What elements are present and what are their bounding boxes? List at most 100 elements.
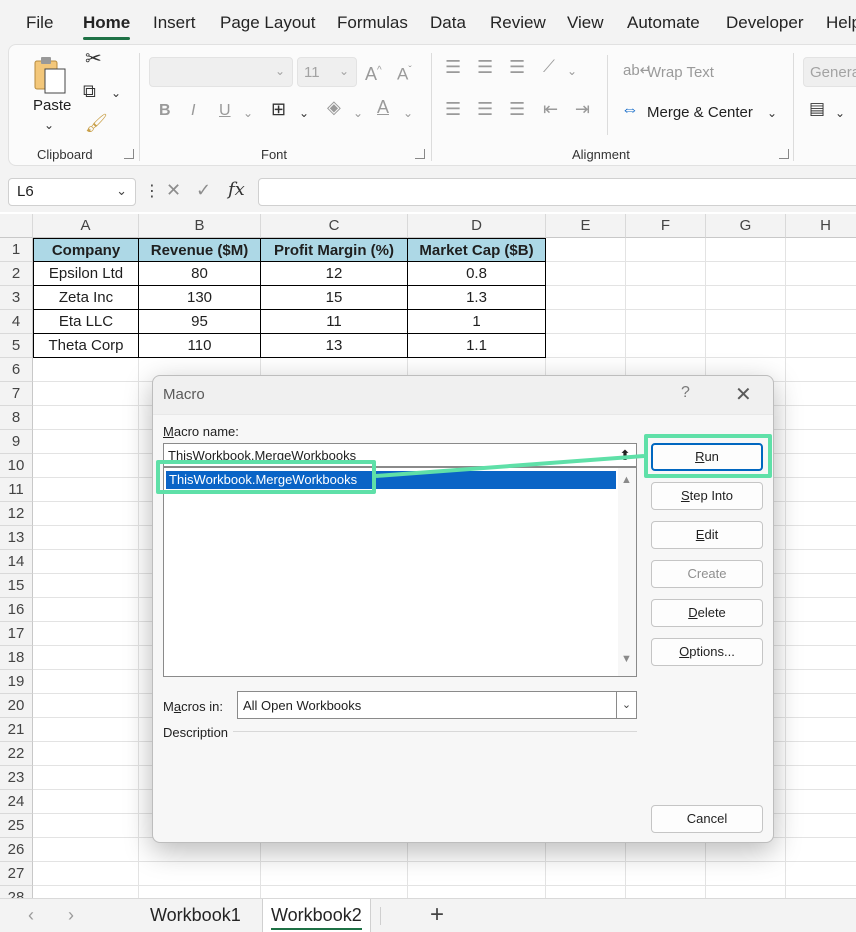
bold-icon[interactable]: B	[159, 103, 171, 119]
format-painter-icon[interactable]: 🖌	[85, 114, 108, 132]
sheet-tab-workbook2[interactable]: Workbook2	[262, 899, 371, 932]
row-header[interactable]: 16	[0, 598, 33, 622]
table-cell[interactable]: 0.8	[408, 262, 546, 286]
row-header[interactable]: 28	[0, 886, 33, 898]
alignment-launcher-icon[interactable]	[779, 149, 789, 159]
tab-help[interactable]: Help	[826, 13, 856, 33]
chevron-down-icon[interactable]: ⌄	[616, 692, 636, 718]
table-cell[interactable]: 1.3	[408, 286, 546, 310]
table-header-cell[interactable]: Revenue ($M)	[139, 238, 261, 262]
row-header[interactable]: 25	[0, 814, 33, 838]
copy-icon[interactable]: ⧉	[83, 82, 96, 100]
borders-icon[interactable]: ⊞	[271, 100, 286, 118]
row-header[interactable]: 12	[0, 502, 33, 526]
align-center-icon[interactable]: ☰	[477, 100, 493, 118]
more-options-icon[interactable]: ⋮	[144, 181, 160, 201]
table-cell[interactable]: 15	[261, 286, 408, 310]
tab-automate[interactable]: Automate	[627, 13, 700, 33]
cancel-entry-icon[interactable]: ✕	[166, 180, 181, 201]
col-header-h[interactable]: H	[786, 214, 856, 238]
accounting-dropdown-icon[interactable]: ⌄	[835, 105, 845, 121]
table-cell[interactable]: 11	[261, 310, 408, 334]
orientation-icon[interactable]: ⟋	[543, 58, 555, 75]
row-header[interactable]: 9	[0, 430, 33, 454]
row-header[interactable]: 17	[0, 622, 33, 646]
tab-page-layout[interactable]: Page Layout	[220, 13, 315, 33]
formula-input[interactable]	[258, 178, 856, 206]
row-header[interactable]: 11	[0, 478, 33, 502]
close-icon[interactable]: ✕	[735, 382, 752, 407]
clipboard-launcher-icon[interactable]	[124, 149, 134, 159]
row-header[interactable]: 19	[0, 670, 33, 694]
name-box[interactable]: L6 ⌄	[8, 178, 136, 206]
increase-font-icon[interactable]: A^	[365, 63, 382, 83]
row-header[interactable]: 4	[0, 310, 33, 334]
prev-sheet-icon[interactable]: ‹	[28, 905, 34, 926]
table-cell[interactable]: 95	[139, 310, 261, 334]
tab-insert[interactable]: Insert	[153, 13, 196, 33]
borders-dropdown-icon[interactable]: ⌄	[299, 105, 309, 121]
list-scrollbar[interactable]: ▲ ▼	[618, 468, 636, 676]
row-header[interactable]: 3	[0, 286, 33, 310]
table-cell[interactable]: 1	[408, 310, 546, 334]
col-header-e[interactable]: E	[546, 214, 626, 238]
wrap-text-label[interactable]: Wrap Text	[647, 64, 714, 81]
decrease-indent-icon[interactable]: ⇤	[543, 100, 558, 118]
insert-function-icon[interactable]: fx	[228, 179, 245, 200]
table-cell[interactable]: 110	[139, 334, 261, 358]
macro-list[interactable]: ThisWorkbook.MergeWorkbooks ▲ ▼	[163, 467, 637, 677]
col-header-f[interactable]: F	[626, 214, 706, 238]
underline-icon[interactable]: U	[219, 103, 231, 119]
row-header[interactable]: 20	[0, 694, 33, 718]
font-name-dropdown[interactable]: ⌄	[149, 57, 293, 87]
fill-color-dropdown-icon[interactable]: ⌄	[353, 105, 363, 121]
next-sheet-icon[interactable]: ›	[68, 905, 74, 926]
merge-center-icon[interactable]: ⇔	[621, 100, 639, 118]
number-format-dropdown[interactable]: General	[803, 57, 856, 87]
tab-data[interactable]: Data	[430, 13, 466, 33]
align-bottom-icon[interactable]: ☰	[509, 58, 525, 76]
paste-label[interactable]: Paste	[33, 97, 71, 114]
help-icon[interactable]: ?	[681, 384, 690, 402]
table-cell[interactable]: Theta Corp	[33, 334, 139, 358]
font-launcher-icon[interactable]	[415, 149, 425, 159]
confirm-entry-icon[interactable]: ✓	[196, 180, 211, 201]
row-header[interactable]: 27	[0, 862, 33, 886]
tab-file[interactable]: File	[26, 13, 53, 33]
row-header[interactable]: 18	[0, 646, 33, 670]
tab-home[interactable]: Home	[83, 13, 131, 40]
row-header[interactable]: 21	[0, 718, 33, 742]
row-header[interactable]: 5	[0, 334, 33, 358]
select-all-corner[interactable]	[0, 214, 33, 238]
table-cell[interactable]: Zeta Inc	[33, 286, 139, 310]
scroll-up-icon[interactable]: ▲	[621, 474, 632, 486]
italic-icon[interactable]: I	[191, 103, 195, 119]
row-header[interactable]: 8	[0, 406, 33, 430]
row-header[interactable]: 10	[0, 454, 33, 478]
align-top-icon[interactable]: ☰	[445, 58, 461, 76]
merge-dropdown-icon[interactable]: ⌄	[767, 105, 777, 121]
edit-button[interactable]: Edit	[651, 521, 763, 549]
fill-color-icon[interactable]: ◈	[327, 98, 341, 116]
table-cell[interactable]: Epsilon Ltd	[33, 262, 139, 286]
sheet-tab-workbook1[interactable]: Workbook1	[150, 905, 241, 926]
create-button[interactable]: Create	[651, 560, 763, 588]
table-header-cell[interactable]: Market Cap ($B)	[408, 238, 546, 262]
macro-name-up-icon[interactable]: ⬆	[615, 444, 635, 466]
row-header[interactable]: 22	[0, 742, 33, 766]
row-header[interactable]: 13	[0, 526, 33, 550]
copy-dropdown-icon[interactable]: ⌄	[111, 85, 121, 101]
align-middle-icon[interactable]: ☰	[477, 58, 493, 76]
row-header[interactable]: 1	[0, 238, 33, 262]
row-header[interactable]: 6	[0, 358, 33, 382]
add-sheet-button[interactable]: +	[430, 901, 444, 929]
tab-formulas[interactable]: Formulas	[337, 13, 408, 33]
table-cell[interactable]: 130	[139, 286, 261, 310]
row-header[interactable]: 2	[0, 262, 33, 286]
macros-in-select[interactable]: All Open Workbooks ⌄	[237, 691, 637, 719]
row-header[interactable]: 7	[0, 382, 33, 406]
paste-dropdown-icon[interactable]: ⌄	[44, 117, 54, 133]
row-header[interactable]: 23	[0, 766, 33, 790]
font-color-dropdown-icon[interactable]: ⌄	[403, 105, 413, 121]
row-header[interactable]: 15	[0, 574, 33, 598]
